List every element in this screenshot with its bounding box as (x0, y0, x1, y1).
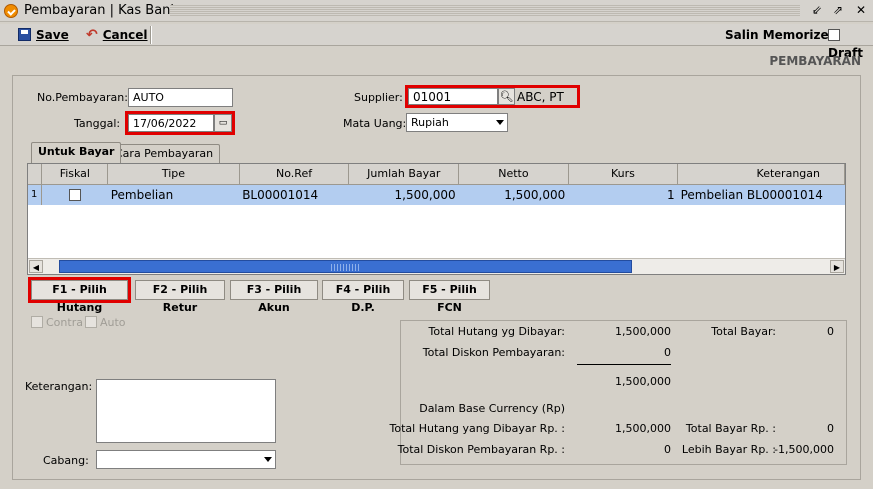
scroll-left-icon[interactable]: ◀ (29, 260, 43, 273)
jumlah-bayar-cell[interactable]: 1,500,000 (348, 184, 459, 205)
supplier-name: ABC, PT (517, 90, 564, 104)
tipe-cell[interactable]: Pembelian (107, 184, 240, 205)
tab-untuk-bayar[interactable]: Untuk Bayar (31, 142, 122, 163)
window-title: Pembayaran | Kas Bank (24, 3, 178, 18)
pilih-dp-button[interactable]: F4 - Pilih D.P. (322, 280, 404, 314)
window-titlebar: Pembayaran | Kas Bank ⇙ ⇗ ✕ (0, 0, 873, 22)
total-diskon-rp-value: 0 (664, 443, 671, 456)
lebih-bayar-label: Lebih Bayar Rp. : (681, 443, 776, 456)
scroll-right-icon[interactable]: ▶ (830, 260, 844, 273)
fiskal-checkbox[interactable] (69, 189, 82, 202)
salin-memorized-button[interactable]: Salin Memorized (725, 26, 837, 44)
total-hutang-rp-value: 1,500,000 (615, 422, 671, 435)
pilih-fcn-button[interactable]: F5 - Pilih FCN (409, 280, 490, 314)
kurs-cell[interactable]: 1 (568, 184, 678, 205)
keterangan-textarea[interactable] (96, 379, 276, 443)
row-number: 1 (28, 184, 43, 205)
no-pembayaran-label: No.Pembayaran: (37, 91, 128, 104)
save-button[interactable]: Save (18, 26, 69, 44)
total-bayar-rp-value: 0 (827, 422, 834, 435)
table-row[interactable]: 1 Pembelian BL00001014 1,500,000 1,500,0… (28, 184, 845, 205)
calendar-icon[interactable]: ▭ (214, 114, 232, 132)
app-icon (4, 4, 18, 18)
noref-cell[interactable]: BL00001014 (239, 184, 349, 205)
toolbar-separator (150, 26, 152, 44)
cancel-button[interactable]: ↶ Cancel (86, 26, 148, 44)
total-diskon-value: 0 (664, 346, 671, 359)
minimize-icon[interactable]: ⇙ (808, 2, 826, 19)
netto-cell[interactable]: 1,500,000 (458, 184, 569, 205)
lebih-bayar-value: -1,500,000 (774, 443, 834, 456)
maximize-icon[interactable]: ⇗ (829, 2, 847, 19)
mata-uang-label: Mata Uang: (343, 117, 407, 130)
titlebar-grip (170, 5, 800, 17)
supplier-code-input[interactable]: 01001 (408, 88, 498, 105)
page-title: PEMBAYARAN (769, 54, 861, 68)
total-diskon-label: Total Diskon Pembayaran: (422, 346, 565, 359)
total-hutang-label: Total Hutang yg Dibayar: (428, 325, 565, 338)
column-header-fiskal[interactable]: Fiskal (41, 164, 109, 185)
subtotal-divider (577, 364, 671, 365)
auto-checkbox[interactable]: Auto (85, 316, 126, 329)
total-bayar-value: 0 (827, 325, 834, 338)
search-icon[interactable]: 🔍︎ (498, 88, 515, 105)
draft-checkbox-box[interactable] (828, 29, 840, 41)
subtotal-value: 1,500,000 (615, 375, 671, 388)
total-bayar-label: Total Bayar: (711, 325, 776, 338)
column-header-keterangan[interactable]: Keterangan (677, 164, 845, 185)
scrollbar-thumb[interactable] (59, 260, 632, 273)
base-currency-label: Dalam Base Currency (Rp) (419, 402, 565, 415)
mata-uang-select[interactable]: Rupiah (406, 113, 508, 132)
column-header-kurs[interactable]: Kurs (568, 164, 679, 185)
auto-checkbox-box[interactable] (85, 316, 97, 328)
keterangan-cell[interactable]: Pembelian BL00001014 (677, 184, 845, 205)
tanggal-label: Tanggal: (74, 117, 121, 130)
total-hutang-value: 1,500,000 (615, 325, 671, 338)
keterangan-label: Keterangan: (25, 380, 93, 393)
total-hutang-rp-label: Total Hutang yang Dibayar Rp. : (389, 422, 565, 435)
chevron-down-icon (496, 120, 504, 125)
column-header-jumlah-bayar[interactable]: Jumlah Bayar (348, 164, 460, 185)
save-icon (18, 28, 31, 41)
scrollbar-grip (331, 264, 361, 271)
tanggal-input[interactable]: 17/06/2022 (128, 114, 214, 132)
chevron-down-icon (264, 457, 272, 462)
column-header-netto[interactable]: Netto (458, 164, 569, 185)
cabang-label: Cabang: (43, 454, 89, 467)
cabang-select[interactable] (96, 450, 276, 469)
tab-cara-pembayaran[interactable]: Cara Pembayaran (108, 144, 221, 163)
no-pembayaran-input[interactable]: AUTO (128, 88, 233, 107)
close-icon[interactable]: ✕ (852, 2, 870, 19)
pilih-hutang-button[interactable]: F1 - Pilih Hutang (31, 280, 128, 314)
column-header-noref[interactable]: No.Ref (239, 164, 350, 185)
pilih-akun-button[interactable]: F3 - Pilih Akun (230, 280, 318, 314)
supplier-label: Supplier: (354, 91, 403, 104)
horizontal-scrollbar[interactable]: ◀ ▶ (28, 258, 845, 274)
grid-corner (28, 164, 43, 185)
toolbar: Save ↶ Cancel Salin Memorized Draft (0, 24, 873, 60)
undo-icon: ↶ (86, 27, 98, 43)
total-bayar-rp-label: Total Bayar Rp. : (685, 422, 776, 435)
contra-checkbox[interactable]: Contra (31, 316, 83, 329)
contra-checkbox-box[interactable] (31, 316, 43, 328)
total-diskon-rp-label: Total Diskon Pembayaran Rp. : (397, 443, 565, 456)
draft-checkbox[interactable]: Draft (828, 26, 873, 60)
column-header-tipe[interactable]: Tipe (107, 164, 240, 185)
pilih-retur-button[interactable]: F2 - Pilih Retur (135, 280, 225, 314)
fiskal-cell[interactable] (41, 184, 108, 205)
